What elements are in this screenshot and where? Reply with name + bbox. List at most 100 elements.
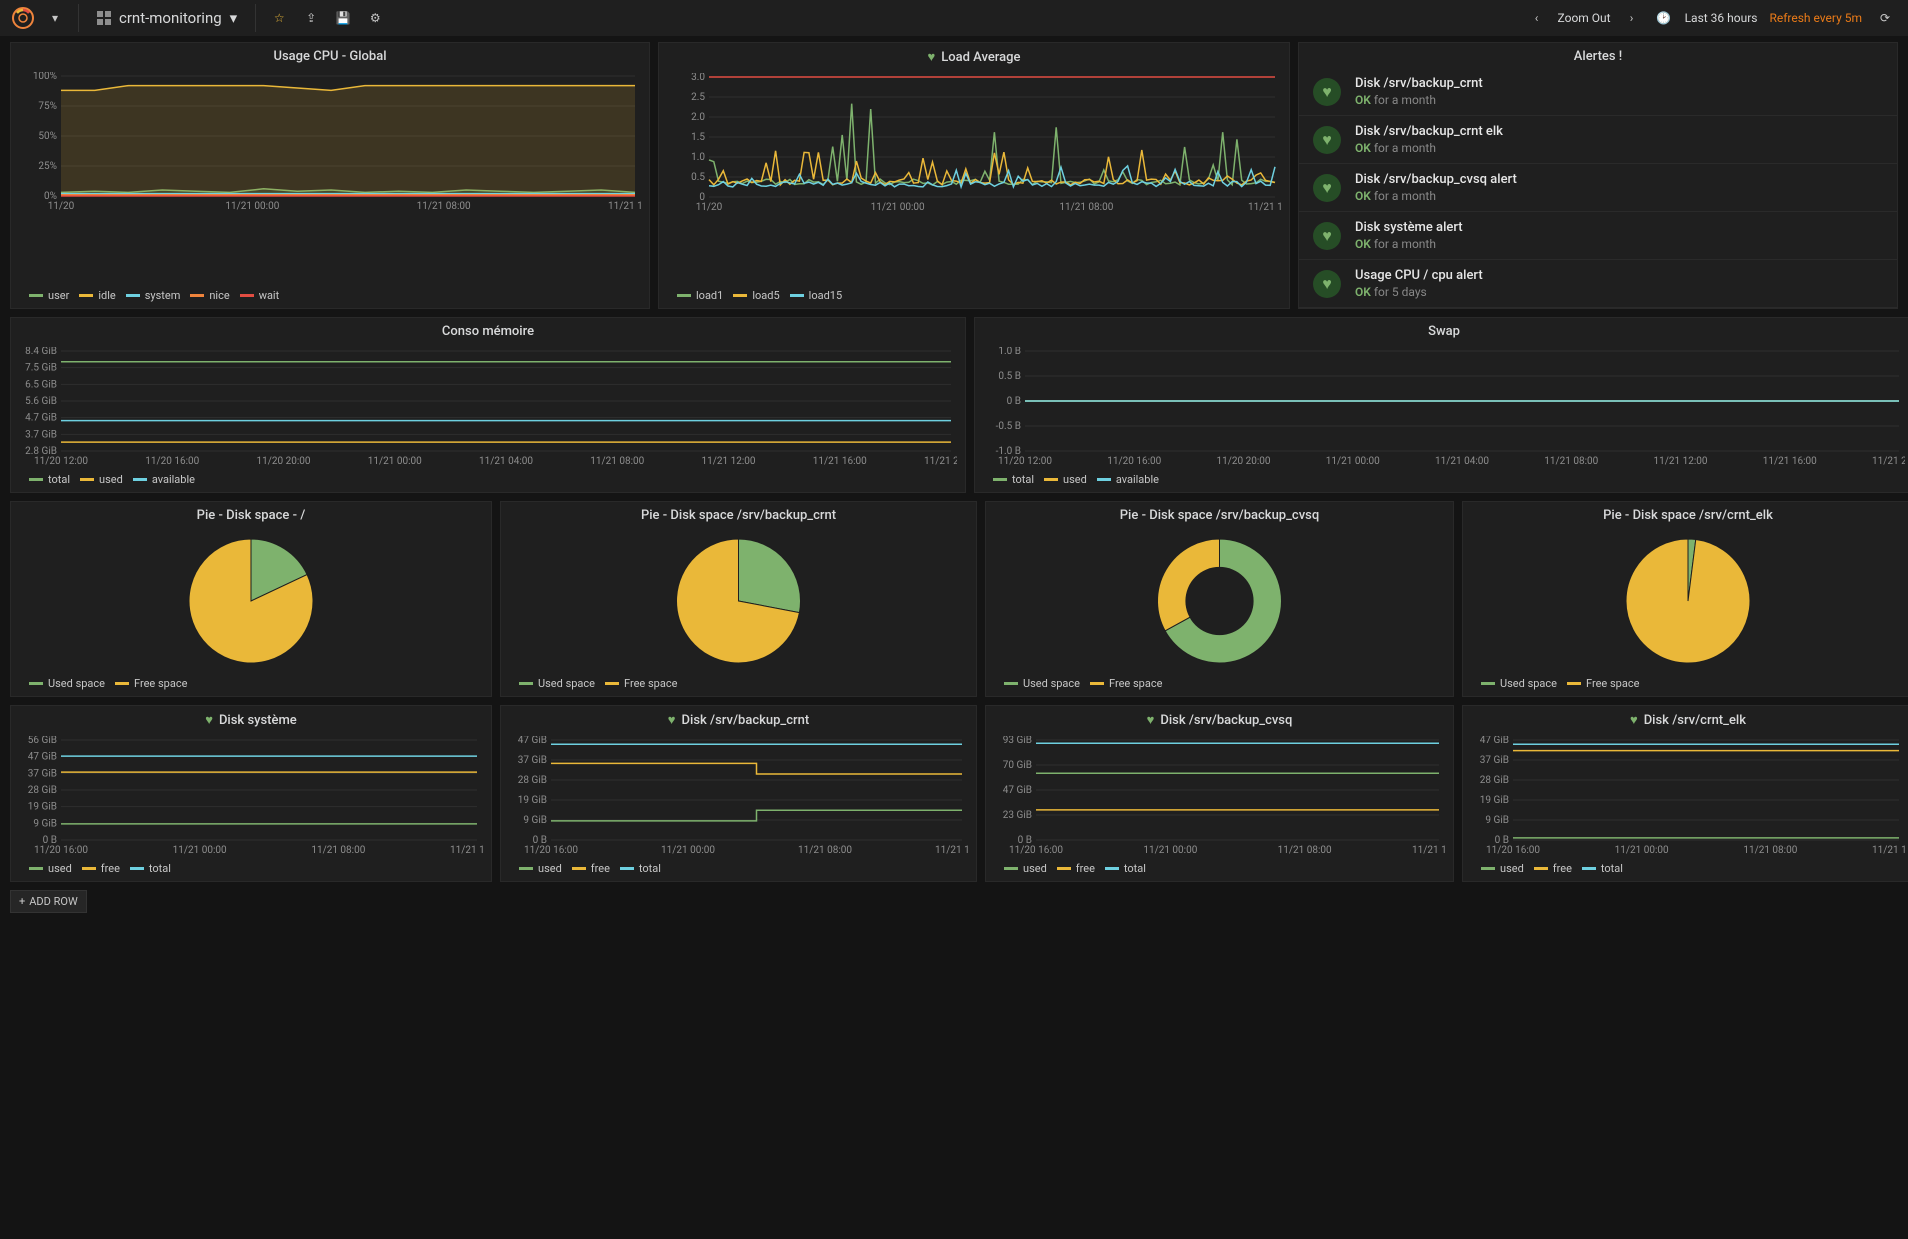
legend-item[interactable]: Free space (115, 677, 187, 690)
save-icon[interactable]: 💾 (328, 3, 358, 33)
legend-item[interactable]: Used space (1481, 677, 1557, 690)
panel-load[interactable]: ♥Load Average 00.51.01.52.02.53.011/2011… (658, 42, 1290, 309)
add-row-button[interactable]: + ADD ROW (10, 890, 87, 913)
panel-title: Load Average (941, 50, 1020, 65)
legend-item[interactable]: total (1105, 862, 1146, 875)
panel-pie-root[interactable]: Pie - Disk space - / Used spaceFree spac… (10, 501, 492, 697)
chevron-down-icon[interactable]: ▾ (40, 3, 70, 33)
legend-item[interactable]: Free space (605, 677, 677, 690)
legend-item[interactable]: Free space (1567, 677, 1639, 690)
alert-item[interactable]: ♥ Disk /srv/backup_cvsq alertOK for a mo… (1299, 164, 1897, 212)
panel-disk-sys[interactable]: ♥Disk système 0 B9 GiB19 GiB28 GiB37 GiB… (10, 705, 492, 882)
svg-text:0.5: 0.5 (691, 172, 705, 183)
legend-item[interactable]: free (82, 862, 120, 875)
svg-text:11/20 16:00: 11/20 16:00 (1107, 456, 1161, 467)
legend-item[interactable]: Used space (29, 677, 105, 690)
legend-item[interactable]: used (519, 862, 562, 875)
legend-item[interactable]: total (620, 862, 661, 875)
legend-item[interactable]: nice (190, 289, 229, 302)
legend-item[interactable]: total (29, 473, 70, 486)
legend-item[interactable]: used (80, 473, 123, 486)
legend-item[interactable]: total (130, 862, 171, 875)
clock-icon[interactable]: 🕑 (1649, 3, 1679, 33)
legend-item[interactable]: free (1057, 862, 1095, 875)
legend-item[interactable]: available (1097, 473, 1159, 486)
heart-icon: ♥ (1630, 712, 1638, 728)
svg-text:11/21 20:00: 11/21 20:00 (924, 456, 957, 467)
svg-text:9 GiB: 9 GiB (1485, 815, 1509, 826)
legend-item[interactable]: load1 (677, 289, 723, 302)
svg-text:37 GiB: 37 GiB (1480, 755, 1509, 766)
svg-text:11/20 16:00: 11/20 16:00 (1009, 845, 1063, 856)
zoom-out-button[interactable]: Zoom Out (1554, 11, 1615, 25)
svg-text:8.4 GiB: 8.4 GiB (25, 347, 57, 357)
legend-item[interactable]: Free space (1090, 677, 1162, 690)
svg-text:-0.5 B: -0.5 B (996, 421, 1021, 432)
svg-text:11/21 00:00: 11/21 00:00 (368, 456, 422, 467)
svg-text:75%: 75% (38, 101, 57, 112)
svg-text:11/21 16:00: 11/21 16:00 (1248, 202, 1281, 213)
panel-disk-cvsq[interactable]: ♥Disk /srv/backup_cvsq 0 B23 GiB47 GiB70… (985, 705, 1454, 882)
legend-item[interactable]: available (133, 473, 195, 486)
heart-icon: ♥ (1313, 174, 1341, 202)
panel-disk-elk[interactable]: ♥Disk /srv/crnt_elk 0 B9 GiB19 GiB28 GiB… (1462, 705, 1908, 882)
svg-text:47 GiB: 47 GiB (1480, 736, 1509, 746)
svg-text:11/21 16:00: 11/21 16:00 (935, 845, 968, 856)
alert-item[interactable]: ♥ Usage CPU / cpu alertOK for 5 days (1299, 260, 1897, 308)
svg-text:50%: 50% (38, 131, 57, 142)
chevron-left-icon[interactable]: ‹ (1522, 3, 1552, 33)
svg-text:11/21 08:00: 11/21 08:00 (1278, 845, 1332, 856)
gear-icon[interactable]: ⚙ (360, 3, 390, 33)
legend-item[interactable]: wait (240, 289, 280, 302)
svg-text:2.0: 2.0 (691, 112, 705, 123)
legend-item[interactable]: total (993, 473, 1034, 486)
panel-title: Pie - Disk space /srv/backup_crnt (501, 502, 976, 527)
grafana-logo[interactable] (8, 3, 38, 33)
legend-item[interactable]: total (1582, 862, 1623, 875)
svg-text:11/20 20:00: 11/20 20:00 (1217, 456, 1271, 467)
svg-text:28 GiB: 28 GiB (28, 785, 57, 796)
legend-item[interactable]: free (572, 862, 610, 875)
legend-item[interactable]: system (126, 289, 181, 302)
refresh-icon[interactable]: ⟳ (1870, 3, 1900, 33)
legend-item[interactable]: used (1044, 473, 1087, 486)
legend-item[interactable]: Used space (519, 677, 595, 690)
svg-text:11/21 00:00: 11/21 00:00 (1143, 845, 1197, 856)
refresh-interval-label[interactable]: Refresh every 5m (1763, 11, 1868, 25)
legend-item[interactable]: load15 (790, 289, 843, 302)
panel-pie-crnt[interactable]: Pie - Disk space /srv/backup_crnt Used s… (500, 501, 977, 697)
share-icon[interactable]: ⇪ (296, 3, 326, 33)
svg-text:37 GiB: 37 GiB (518, 755, 547, 766)
time-range-label[interactable]: Last 36 hours (1681, 11, 1762, 25)
legend-item[interactable]: Used space (1004, 677, 1080, 690)
panel-pie-elk[interactable]: Pie - Disk space /srv/crnt_elk Used spac… (1462, 501, 1908, 697)
legend-item[interactable]: idle (79, 289, 115, 302)
legend-item[interactable]: user (29, 289, 69, 302)
alert-item[interactable]: ♥ Disk /srv/backup_crnt elkOK for a mont… (1299, 116, 1897, 164)
panel-swap[interactable]: Swap -1.0 B-0.5 B0 B0.5 B1.0 B11/20 12:0… (974, 317, 1908, 493)
svg-text:11/21 08:00: 11/21 08:00 (311, 845, 365, 856)
svg-text:11/21 16:00: 11/21 16:00 (450, 845, 483, 856)
divider (255, 4, 256, 32)
dashboard-picker[interactable]: crnt-monitoring ▾ (87, 5, 247, 31)
legend-item[interactable]: free (1534, 862, 1572, 875)
legend-item[interactable]: load5 (733, 289, 779, 302)
alert-item[interactable]: ♥ Disk /srv/backup_crntOK for a month (1299, 68, 1897, 116)
chevron-down-icon: ▾ (230, 9, 238, 27)
dashboard-name: crnt-monitoring (119, 9, 222, 27)
chevron-right-icon[interactable]: › (1617, 3, 1647, 33)
svg-text:11/21 00:00: 11/21 00:00 (1615, 845, 1669, 856)
panel-pie-cvsq[interactable]: Pie - Disk space /srv/backup_cvsq Used s… (985, 501, 1454, 697)
svg-text:11/21 00:00: 11/21 00:00 (661, 845, 715, 856)
panel-cpu[interactable]: Usage CPU - Global 0%25%50%75%100%11/201… (10, 42, 650, 309)
svg-text:11/20 12:00: 11/20 12:00 (34, 456, 88, 467)
panel-disk-crnt[interactable]: ♥Disk /srv/backup_crnt 0 B9 GiB19 GiB28 … (500, 705, 977, 882)
legend-item[interactable]: used (1004, 862, 1047, 875)
panel-alerts: Alertes ! ♥ Disk /srv/backup_crntOK for … (1298, 42, 1898, 309)
legend-item[interactable]: used (1481, 862, 1524, 875)
panel-memory[interactable]: Conso mémoire 2.8 GiB3.7 GiB4.7 GiB5.6 G… (10, 317, 966, 493)
star-icon[interactable]: ☆ (264, 3, 294, 33)
alert-item[interactable]: ♥ Disk système alertOK for a month (1299, 212, 1897, 260)
panel-title: Disk /srv/backup_crnt (682, 713, 810, 728)
legend-item[interactable]: used (29, 862, 72, 875)
